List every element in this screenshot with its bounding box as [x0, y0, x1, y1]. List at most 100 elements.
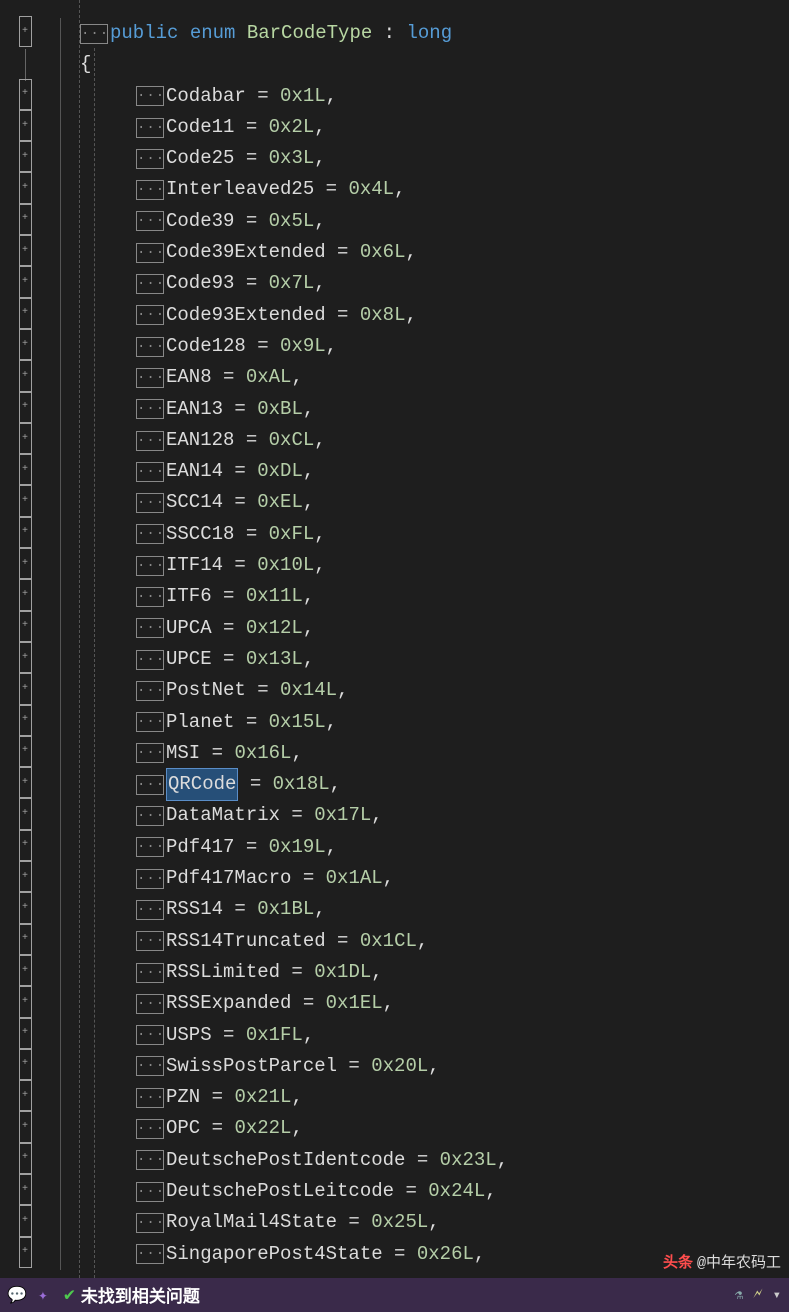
fold-expand-icon[interactable]: + — [19, 1143, 32, 1174]
check-icon[interactable]: ✔ — [64, 1284, 75, 1306]
enum-member-line[interactable]: ...RoyalMail4State = 0x25L, — [80, 1207, 789, 1238]
collapsed-region-icon[interactable]: ... — [136, 431, 164, 451]
fold-expand-icon[interactable]: + — [19, 1205, 32, 1236]
fold-expand-icon[interactable]: + — [19, 986, 32, 1017]
collapsed-region-icon[interactable]: ... — [136, 775, 164, 795]
fold-expand-icon[interactable]: + — [19, 579, 32, 610]
fold-column[interactable]: +++++++++++++++++++++++++++++++++++++++ — [10, 0, 40, 1278]
enum-member-line[interactable]: ...OPC = 0x22L, — [80, 1113, 789, 1144]
fold-expand-icon[interactable]: + — [19, 235, 32, 266]
collapsed-region-icon[interactable]: ... — [136, 650, 164, 670]
enum-member-line[interactable]: ...RSSExpanded = 0x1EL, — [80, 988, 789, 1019]
enum-member-line[interactable]: ...Code93Extended = 0x8L, — [80, 300, 789, 331]
collapsed-region-icon[interactable]: ... — [136, 618, 164, 638]
fold-expand-icon[interactable]: + — [19, 1080, 32, 1111]
fold-expand-icon[interactable]: + — [19, 454, 32, 485]
enum-declaration-line[interactable]: ... public enum BarCodeType : long — [80, 18, 789, 49]
fold-expand-icon[interactable]: + — [19, 1018, 32, 1049]
fold-expand-icon[interactable]: + — [19, 204, 32, 235]
collapsed-region-icon[interactable]: ... — [136, 743, 164, 763]
collapsed-region-icon[interactable]: ... — [136, 994, 164, 1014]
enum-member-line[interactable]: ...Code39Extended = 0x6L, — [80, 237, 789, 268]
fold-expand-icon[interactable]: + — [19, 266, 32, 297]
enum-member-line[interactable]: ...EAN128 = 0xCL, — [80, 425, 789, 456]
collapsed-region-icon[interactable]: ... — [136, 243, 164, 263]
collapsed-region-icon[interactable]: ... — [136, 274, 164, 294]
enum-member-line[interactable]: ...RSS14 = 0x1BL, — [80, 894, 789, 925]
fold-expand-icon[interactable]: + — [19, 548, 32, 579]
fold-expand-icon[interactable]: + — [19, 141, 32, 172]
enum-member-line[interactable]: ...UPCE = 0x13L, — [80, 644, 789, 675]
fold-expand-icon[interactable]: + — [19, 110, 32, 141]
open-brace-line[interactable]: { — [80, 49, 789, 80]
collapsed-region-icon[interactable]: ... — [136, 587, 164, 607]
enum-member-line[interactable]: ...PZN = 0x21L, — [80, 1082, 789, 1113]
fold-expand-icon[interactable]: + — [19, 517, 32, 548]
chevron-down-icon[interactable]: ▾ — [773, 1287, 781, 1304]
enum-member-line[interactable]: ...ITF6 = 0x11L, — [80, 581, 789, 612]
fold-expand-icon[interactable]: + — [19, 642, 32, 673]
fold-expand-icon[interactable]: + — [19, 955, 32, 986]
fold-expand-icon[interactable]: + — [19, 798, 32, 829]
fold-expand-icon[interactable]: + — [19, 1111, 32, 1142]
copilot-icon[interactable]: ✦ — [34, 1286, 52, 1304]
enum-member-line[interactable]: ...Pdf417 = 0x19L, — [80, 832, 789, 863]
collapsed-region-icon[interactable]: ... — [136, 900, 164, 920]
enum-member-line[interactable]: ...SSCC18 = 0xFL, — [80, 519, 789, 550]
enum-member-line[interactable]: ...DataMatrix = 0x17L, — [80, 800, 789, 831]
collapsed-region-icon[interactable]: ... — [136, 1244, 164, 1264]
fold-expand-icon[interactable]: + — [19, 392, 32, 423]
collapsed-region-icon[interactable]: ... — [136, 806, 164, 826]
collapsed-region-icon[interactable]: ... — [136, 556, 164, 576]
collapsed-region-icon[interactable]: ... — [136, 211, 164, 231]
fold-expand-icon[interactable]: + — [19, 423, 32, 454]
collapsed-region-icon[interactable]: ... — [136, 368, 164, 388]
collapsed-region-icon[interactable]: ... — [136, 118, 164, 138]
collapsed-region-icon[interactable]: ... — [136, 1025, 164, 1045]
collapsed-region-icon[interactable]: ... — [136, 524, 164, 544]
lightning-icon[interactable]: 🗲 — [753, 1287, 762, 1303]
collapsed-region-icon[interactable]: ... — [136, 1056, 164, 1076]
collapsed-region-icon[interactable]: ... — [136, 399, 164, 419]
enum-member-line[interactable]: ...Code93 = 0x7L, — [80, 268, 789, 299]
enum-member-line[interactable]: ...EAN8 = 0xAL, — [80, 362, 789, 393]
fold-expand-icon[interactable]: + — [19, 1174, 32, 1205]
fold-expand-icon[interactable]: + — [19, 329, 32, 360]
fold-expand-icon[interactable]: + — [19, 16, 32, 47]
fold-expand-icon[interactable]: + — [19, 79, 32, 110]
enum-member-line[interactable]: ...MSI = 0x16L, — [80, 738, 789, 769]
fold-expand-icon[interactable]: + — [19, 924, 32, 955]
enum-member-line[interactable]: ...QRCode = 0x18L, — [80, 769, 789, 800]
fold-expand-icon[interactable]: + — [19, 673, 32, 704]
collapsed-region-icon[interactable]: ... — [136, 1213, 164, 1233]
fold-expand-icon[interactable]: + — [19, 705, 32, 736]
enum-member-line[interactable]: ...Code11 = 0x2L, — [80, 112, 789, 143]
collapsed-region-icon[interactable]: ... — [136, 305, 164, 325]
enum-member-line[interactable]: ...ITF14 = 0x10L, — [80, 550, 789, 581]
collapsed-region-icon[interactable]: ... — [80, 24, 108, 44]
collapsed-region-icon[interactable]: ... — [136, 837, 164, 857]
fold-expand-icon[interactable]: + — [19, 172, 32, 203]
fold-expand-icon[interactable]: + — [19, 861, 32, 892]
enum-member-line[interactable]: ...DeutschePostIdentcode = 0x23L, — [80, 1145, 789, 1176]
enum-member-line[interactable]: ...Planet = 0x15L, — [80, 707, 789, 738]
collapsed-region-icon[interactable]: ... — [136, 931, 164, 951]
collapsed-region-icon[interactable]: ... — [136, 1182, 164, 1202]
enum-member-line[interactable]: ...Code25 = 0x3L, — [80, 143, 789, 174]
collapsed-region-icon[interactable]: ... — [136, 86, 164, 106]
enum-member-line[interactable]: ...SwissPostParcel = 0x20L, — [80, 1051, 789, 1082]
enum-member-line[interactable]: ...UPCA = 0x12L, — [80, 613, 789, 644]
collapsed-region-icon[interactable]: ... — [136, 180, 164, 200]
enum-member-line[interactable]: ...USPS = 0x1FL, — [80, 1020, 789, 1051]
enum-member-line[interactable]: ...PostNet = 0x14L, — [80, 675, 789, 706]
enum-member-line[interactable]: ...Code39 = 0x5L, — [80, 206, 789, 237]
enum-member-line[interactable]: ...Codabar = 0x1L, — [80, 81, 789, 112]
fold-expand-icon[interactable]: + — [19, 1049, 32, 1080]
collapsed-region-icon[interactable]: ... — [136, 681, 164, 701]
fold-expand-icon[interactable]: + — [19, 736, 32, 767]
fold-expand-icon[interactable]: + — [19, 892, 32, 923]
enum-member-line[interactable]: ...EAN14 = 0xDL, — [80, 456, 789, 487]
enum-member-line[interactable]: ...Pdf417Macro = 0x1AL, — [80, 863, 789, 894]
enum-member-line[interactable]: ...Code128 = 0x9L, — [80, 331, 789, 362]
collapsed-region-icon[interactable]: ... — [136, 963, 164, 983]
